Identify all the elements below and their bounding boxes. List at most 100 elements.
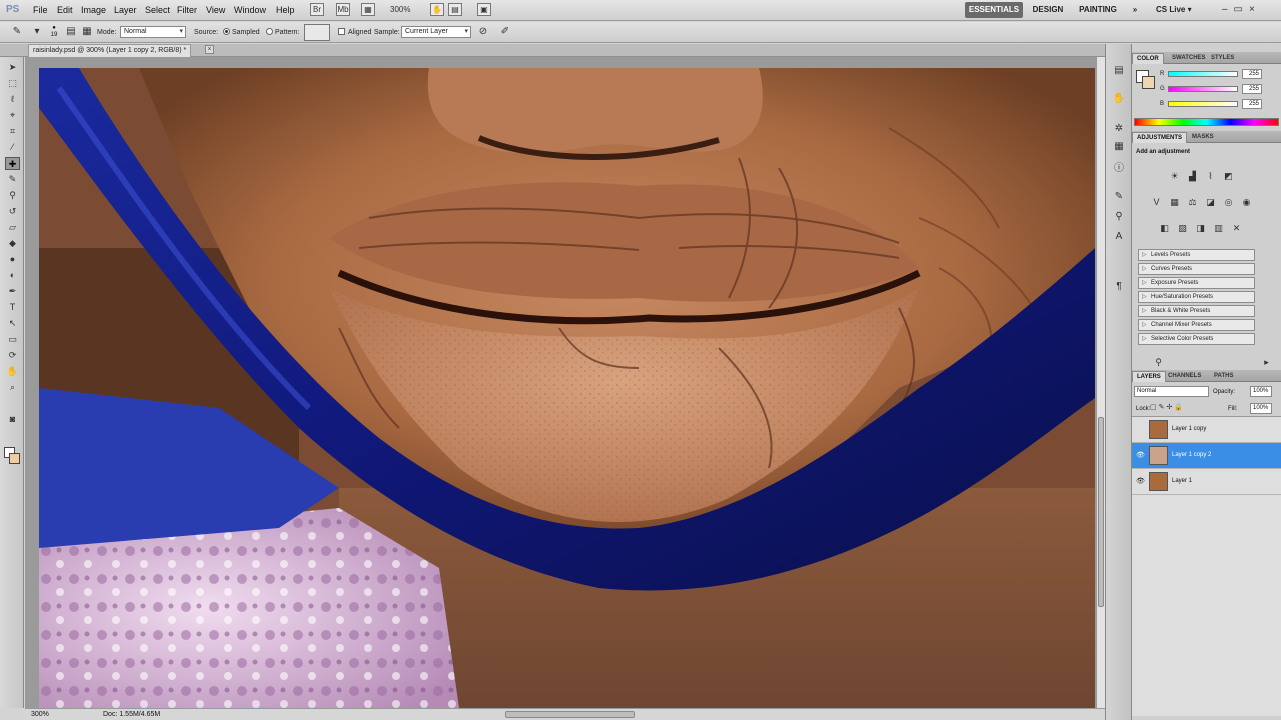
eraser-tool-icon[interactable]: ▱ — [5, 221, 20, 234]
preset-hue-saturation[interactable]: Hue/Saturation Presets — [1138, 291, 1255, 303]
cs-live-button[interactable]: CS Live ▾ — [1156, 3, 1212, 17]
move-tool-icon[interactable]: ➤ — [5, 61, 20, 74]
posterize-icon[interactable]: ▨ — [1176, 222, 1189, 234]
red-channel-slider[interactable] — [1168, 71, 1238, 77]
tab-channels[interactable]: CHANNELS — [1164, 371, 1205, 382]
brush-tool-icon[interactable]: ✎ — [5, 173, 20, 186]
source-pattern-radio[interactable] — [266, 28, 273, 35]
green-channel-slider[interactable] — [1168, 86, 1238, 92]
exposure-icon[interactable]: ◩ — [1222, 170, 1235, 182]
clip-to-layer-icon[interactable]: ⚲ — [1152, 356, 1165, 368]
3d-panel-icon[interactable]: ✲ — [1112, 122, 1126, 135]
color-background-swatch[interactable] — [1142, 76, 1155, 89]
arrange-documents-icon[interactable]: ▤ — [448, 3, 462, 16]
tab-adjustments[interactable]: ADJUSTMENTS — [1132, 132, 1188, 143]
adjustments-expand-icon[interactable]: ▸ — [1260, 356, 1273, 368]
menu-view[interactable]: View — [206, 4, 225, 16]
workspace-painting[interactable]: PAINTING — [1074, 2, 1122, 18]
invert-icon[interactable]: ◧ — [1158, 222, 1171, 234]
layer-row-selected[interactable]: 👁 Layer 1 copy 2 — [1132, 443, 1281, 469]
preset-exposure[interactable]: Exposure Presets — [1138, 277, 1255, 289]
blur-tool-icon[interactable]: ● — [5, 253, 20, 266]
paragraph-panel-icon[interactable]: ¶ — [1112, 280, 1126, 293]
vertical-scrollbar[interactable] — [1096, 57, 1105, 708]
info-panel-icon[interactable]: ⓘ — [1112, 162, 1126, 175]
screen-mode-icon[interactable]: ▣ — [477, 3, 491, 16]
vibrance-icon[interactable]: V — [1150, 196, 1163, 208]
tool-preset-picker-icon[interactable]: ▾ — [30, 25, 44, 39]
menu-file[interactable]: File — [33, 4, 48, 16]
workspace-design[interactable]: DESIGN — [1027, 2, 1069, 18]
clone-source-panel-icon[interactable]: ▦ — [80, 25, 94, 39]
photo-filter-icon[interactable]: ◎ — [1222, 196, 1235, 208]
shape-tool-icon[interactable]: ▭ — [5, 333, 20, 346]
quick-selection-tool-icon[interactable]: ⌖ — [5, 109, 20, 122]
quick-mask-icon[interactable]: ◙ — [5, 413, 20, 426]
hand-tool-icon[interactable]: ✋ — [430, 3, 444, 16]
workspace-essentials[interactable]: ESSENTIALS — [965, 2, 1023, 18]
canvas-area[interactable] — [25, 57, 1105, 708]
green-channel-value[interactable]: 255 — [1242, 84, 1262, 94]
healing-brush-tool-icon[interactable]: ✚ — [5, 157, 20, 170]
eye-icon[interactable]: 👁 — [1136, 452, 1145, 460]
curves-icon[interactable]: ⌇ — [1204, 170, 1217, 182]
menu-filter[interactable]: Filter — [177, 4, 197, 16]
gradient-map-icon[interactable]: ▥ — [1212, 222, 1225, 234]
menu-image[interactable]: Image — [81, 4, 106, 16]
hand-tool-icon[interactable]: ✋ — [5, 365, 20, 378]
source-sampled-radio[interactable] — [223, 28, 230, 35]
preset-black-white[interactable]: Black & White Presets — [1138, 305, 1255, 317]
eyedropper-tool-icon[interactable]: ⁄ — [5, 141, 20, 154]
opacity-input[interactable]: 100% — [1250, 386, 1272, 397]
blend-mode-select[interactable]: Normal — [1134, 386, 1209, 397]
layer-row[interactable]: 👁 Layer 1 — [1132, 469, 1281, 495]
type-tool-icon[interactable]: T — [5, 301, 20, 314]
paint-bucket-tool-icon[interactable]: ◆ — [5, 237, 20, 250]
lasso-tool-icon[interactable]: ℓ — [5, 93, 20, 106]
brush-panel-icon[interactable]: ✎ — [1112, 190, 1126, 203]
color-spectrum-ramp[interactable] — [1134, 118, 1279, 126]
view-extras-icon[interactable]: ▦ — [361, 3, 375, 16]
color-balance-icon[interactable]: ⚖ — [1186, 196, 1199, 208]
visibility-off-icon[interactable] — [1136, 426, 1145, 434]
brush-presets-panel-icon[interactable]: ▦ — [1112, 140, 1126, 153]
clone-stamp-tool-icon[interactable]: ⚲ — [5, 189, 20, 202]
actions-panel-icon[interactable]: ✋ — [1112, 92, 1126, 105]
blue-channel-slider[interactable] — [1168, 101, 1238, 107]
hue-saturation-icon[interactable]: ▦ — [1168, 196, 1181, 208]
pen-tool-icon[interactable]: ✒ — [5, 285, 20, 298]
crop-tool-icon[interactable]: ⌗ — [5, 125, 20, 138]
tab-color[interactable]: COLOR — [1132, 53, 1164, 64]
ignore-adjustment-layers-icon[interactable]: ⊘ — [476, 25, 490, 39]
clone-stamp-tool-icon[interactable]: ✎ — [10, 25, 24, 39]
path-selection-tool-icon[interactable]: ↖ — [5, 317, 20, 330]
channel-mixer-icon[interactable]: ◉ — [1240, 196, 1253, 208]
document-tab[interactable]: raisinlady.psd @ 300% (Layer 1 copy 2, R… — [28, 44, 192, 57]
bridge-icon[interactable]: Br — [310, 3, 324, 16]
menu-layer[interactable]: Layer — [114, 4, 137, 16]
zoom-tool-icon[interactable]: ⌕ — [5, 381, 20, 394]
eye-icon[interactable]: 👁 — [1136, 478, 1145, 486]
sample-select[interactable]: Current Layer — [401, 26, 471, 38]
menu-help[interactable]: Help — [276, 4, 295, 16]
lock-options-icons[interactable]: ▢✎✢🔒 — [1150, 403, 1185, 413]
aligned-checkbox[interactable] — [338, 28, 345, 35]
layer-row[interactable]: Layer 1 copy — [1132, 417, 1281, 443]
levels-icon[interactable]: ▟ — [1186, 170, 1199, 182]
zoom-level[interactable]: 300% — [390, 3, 424, 17]
red-channel-value[interactable]: 255 — [1242, 69, 1262, 79]
mini-bridge-icon[interactable]: Mb — [336, 3, 350, 16]
3d-rotate-tool-icon[interactable]: ⟳ — [5, 349, 20, 362]
history-panel-icon[interactable]: ▤ — [1112, 64, 1126, 77]
fill-input[interactable]: 100% — [1250, 403, 1272, 414]
menu-window[interactable]: Window — [234, 4, 266, 16]
tab-layers[interactable]: LAYERS — [1132, 371, 1166, 382]
clone-source-panel-icon[interactable]: ⚲ — [1112, 210, 1126, 223]
photo-canvas[interactable] — [39, 68, 1095, 708]
menu-edit[interactable]: Edit — [57, 4, 73, 16]
menu-select[interactable]: Select — [145, 4, 170, 16]
background-color-swatch[interactable] — [9, 453, 20, 464]
pattern-picker[interactable] — [304, 24, 330, 41]
tab-swatches[interactable]: SWATCHES — [1168, 53, 1210, 64]
preset-selective-color[interactable]: Selective Color Presets — [1138, 333, 1255, 345]
